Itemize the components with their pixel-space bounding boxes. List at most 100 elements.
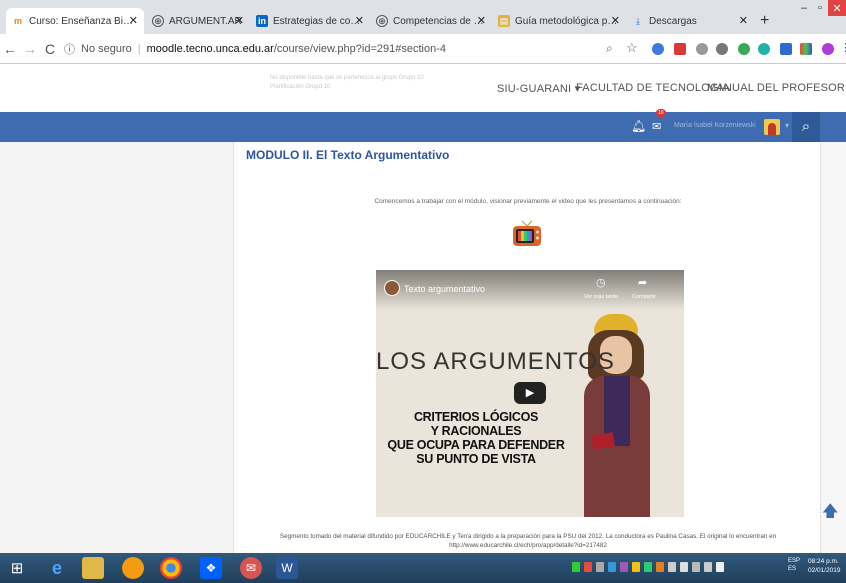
user-name[interactable]: María Isabel Korzeniewski (674, 122, 756, 129)
download-icon: ⤓ (636, 15, 640, 26)
share-label[interactable]: Compartir (632, 294, 656, 300)
nav-siu-guarani[interactable]: SIU-GUARANI ▾ (497, 82, 580, 95)
new-tab-button[interactable]: + (760, 12, 769, 30)
extension-icon[interactable] (780, 43, 792, 55)
info-icon[interactable]: ⓘ (64, 41, 75, 57)
extension-icon[interactable] (738, 43, 750, 55)
tab-descargas[interactable]: ⤓ Descargas ✕ (626, 8, 754, 34)
globe-icon: ⊕ (376, 15, 388, 27)
user-bar: 🔔︎ ✉ 10 María Isabel Korzeniewski ▾ ⌕ (0, 109, 846, 142)
tray-icon[interactable] (656, 562, 664, 572)
close-icon[interactable]: ✕ (235, 14, 244, 27)
browser-tab-strip: m Curso: Enseñanza Bimod ✕ ⊕ ARGUMENT.AR… (0, 0, 846, 34)
tray-icon[interactable] (680, 562, 688, 572)
tab-label: Descargas (649, 15, 697, 27)
site-header: No disponible hasta que se pertenezca al… (0, 64, 846, 112)
browser-toolbar: ← → C ⓘ No seguro | moodle.tecno.unca.ed… (0, 34, 846, 64)
video-caption: Segmento tomado del material difundido p… (236, 532, 820, 550)
tray-icon[interactable] (572, 562, 580, 572)
bookmark-star-icon[interactable]: ☆ (626, 40, 638, 56)
tray-icon[interactable] (632, 562, 640, 572)
chrome-icon[interactable] (160, 557, 182, 579)
tab-label: Guía metodológica para (515, 15, 620, 27)
channel-avatar[interactable] (384, 280, 400, 296)
document-icon: ▤ (498, 15, 510, 27)
extension-icon[interactable] (652, 43, 664, 55)
window-controls: – ▫ ✕ (796, 0, 846, 16)
clock-icon[interactable]: ◷ (596, 276, 606, 289)
forward-icon[interactable]: → (20, 41, 40, 57)
tray-icon[interactable] (644, 562, 652, 572)
bell-icon[interactable]: 🔔︎ (631, 119, 646, 133)
tray-icon[interactable] (608, 562, 616, 572)
menu-icon[interactable]: ⋮ (840, 41, 846, 54)
zoom-icon[interactable]: ⌕ (606, 41, 613, 56)
url-path: /course/view.php?id=291#section-4 (273, 43, 446, 55)
file-explorer-icon[interactable] (82, 557, 104, 579)
extension-icon[interactable] (716, 43, 728, 55)
watch-later-label[interactable]: Ver más tarde (584, 294, 618, 300)
message-icon[interactable]: ✉ (652, 120, 661, 133)
extension-icon[interactable] (696, 43, 708, 55)
extension-icon[interactable] (758, 43, 770, 55)
address-bar[interactable]: ⓘ No seguro | moodle.tecno.unca.edu.ar /… (64, 38, 620, 60)
intro-text: Comencemos a trabajar con el módulo, vis… (374, 198, 682, 205)
internet-explorer-icon[interactable]: e (46, 557, 68, 579)
tab-curso[interactable]: m Curso: Enseñanza Bimod ✕ (6, 8, 144, 34)
close-icon[interactable]: ✕ (611, 14, 620, 27)
network-icon[interactable] (692, 562, 700, 572)
close-icon[interactable]: ✕ (477, 14, 486, 27)
tray-icon[interactable] (668, 562, 676, 572)
security-label: No seguro (81, 43, 132, 55)
search-button[interactable]: ⌕ (792, 112, 820, 142)
language-indicator[interactable]: ESP ES (788, 557, 800, 573)
tab-argumentar[interactable]: ⊕ ARGUMENT.AR ✕ (146, 8, 250, 34)
chevron-down-icon[interactable]: ▾ (785, 121, 789, 130)
close-icon[interactable]: ✕ (739, 14, 748, 27)
close-window-icon[interactable]: ✕ (828, 0, 846, 16)
flag-icon[interactable] (704, 562, 712, 572)
nav-manual-profesor[interactable]: MANUAL DEL PROFESOR (707, 82, 845, 94)
avatar[interactable] (764, 119, 780, 135)
system-clock[interactable]: 08:24 p.m. 02/01/2019 (808, 557, 841, 575)
windows-taskbar: ⊞ e ❖ ✉ W ESP ES 08:24 p.m. 02/01/2019 (0, 553, 846, 583)
close-icon[interactable]: ✕ (129, 14, 138, 27)
profile-icon[interactable] (822, 43, 834, 55)
tab-competencias[interactable]: ⊕ Competencias de Educac ✕ (370, 8, 492, 34)
tab-guia[interactable]: ▤ Guía metodológica para ✕ (492, 8, 626, 34)
restricted-notice: No disponible hasta que se pertenezca al… (270, 75, 424, 90)
television-icon (513, 220, 541, 246)
windows-start-icon[interactable]: ⊞ (6, 557, 28, 579)
notification-badge: 10 (656, 109, 666, 117)
moodle-icon: m (13, 16, 22, 26)
extension-icon[interactable] (674, 43, 686, 55)
close-icon[interactable]: ✕ (355, 14, 364, 27)
media-player-icon[interactable] (122, 557, 144, 579)
tray-icon[interactable] (620, 562, 628, 572)
minimize-icon[interactable]: – (796, 0, 812, 16)
restore-icon[interactable]: ▫ (812, 0, 828, 16)
reload-icon[interactable]: C (40, 41, 60, 57)
tray-icon[interactable] (584, 562, 592, 572)
source-link[interactable]: http://www.educarchile.cl/ech/pro/app/de… (236, 541, 820, 550)
scroll-to-top-icon[interactable]: 🡅 (822, 500, 838, 527)
volume-icon[interactable] (716, 562, 724, 572)
linkedin-icon: in (256, 15, 268, 27)
share-icon[interactable]: ➦ (638, 276, 647, 289)
url-host: moodle.tecno.unca.edu.ar (146, 43, 274, 55)
course-section: MODULO II. El Texto Argumentativo Comenc… (236, 142, 820, 553)
video-title[interactable]: Texto argumentativo (404, 284, 485, 294)
tab-estrategias[interactable]: in Estrategias de compresi ✕ (250, 8, 370, 34)
video-heading: LOS ARGUMENTOS (376, 348, 615, 375)
left-sidebar (0, 142, 234, 553)
video-player[interactable]: Texto argumentativo ◷ Ver más tarde ➦ Co… (376, 270, 684, 517)
globe-icon: ⊕ (152, 15, 164, 27)
tray-icon[interactable] (596, 562, 604, 572)
dropbox-icon[interactable]: ❖ (200, 557, 222, 579)
back-icon[interactable]: ← (0, 41, 20, 57)
play-button[interactable]: ▶ (514, 382, 546, 404)
extension-icon[interactable] (800, 43, 812, 55)
mail-icon[interactable]: ✉ (240, 557, 262, 579)
tab-label: ARGUMENT.AR (169, 15, 242, 27)
word-icon[interactable]: W (276, 557, 298, 579)
